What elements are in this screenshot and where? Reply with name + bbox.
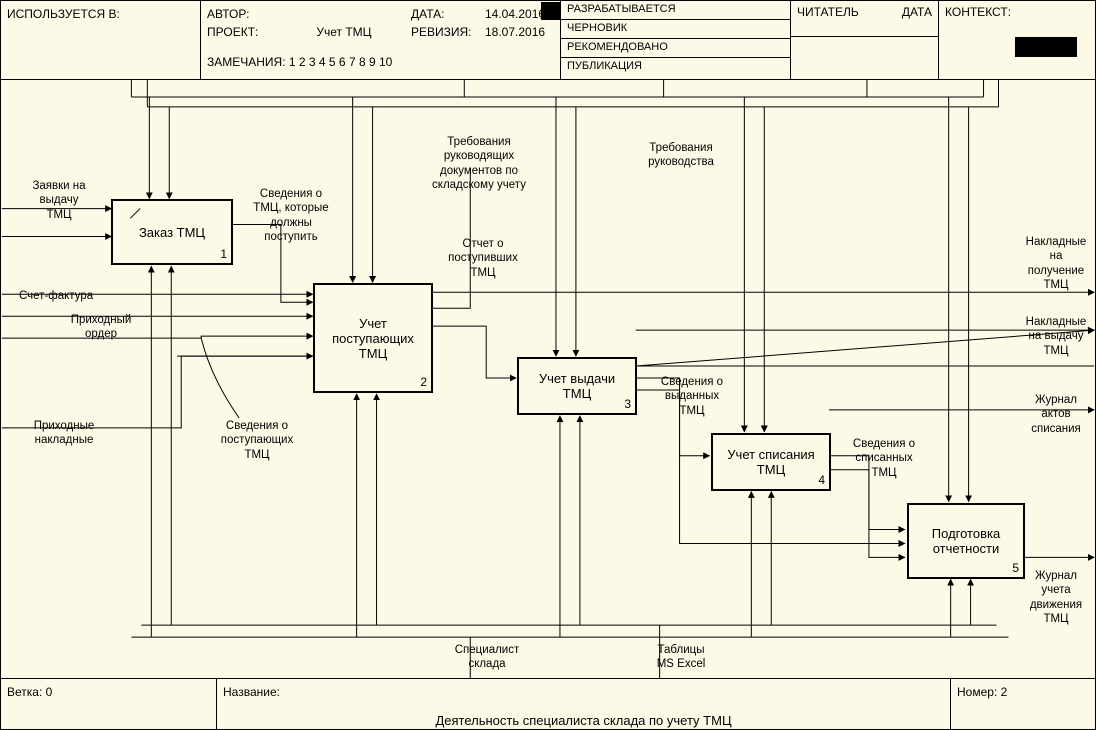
status-developing: РАЗРАБАТЫВАЕТСЯ — [561, 1, 790, 20]
revision-value: 18.07.2016 — [485, 25, 545, 39]
remarks-label: ЗАМЕЧАНИЯ: — [207, 55, 286, 69]
reader-label: ЧИТАТЕЛЬ — [797, 5, 859, 19]
box1-title: Заказ ТМЦ — [139, 225, 205, 240]
date-label: ДАТА: — [411, 7, 485, 21]
box5-title: Подготовка отчетности — [913, 526, 1019, 556]
label-sved-postup: Сведения опоступающихТМЦ — [207, 419, 307, 462]
number-value: 2 — [1001, 685, 1008, 699]
activity-box-3: Учет выдачи ТМЦ 3 — [517, 357, 637, 415]
label-naklad-pol: НакладныенаполучениеТМЦ — [1017, 235, 1095, 293]
label-specialist: Специалистсклада — [437, 643, 537, 672]
revision-label: РЕВИЗИЯ: — [411, 25, 485, 39]
hdr-used-in: ИСПОЛЬЗУЕТСЯ В: — [1, 1, 201, 79]
box3-num: 3 — [624, 397, 631, 411]
label-sved-spis: Сведения осписанныхТМЦ — [839, 437, 929, 480]
activity-box-5: Подготовка отчетности 5 — [907, 503, 1025, 579]
hdr-status: РАЗРАБАТЫВАЕТСЯ ЧЕРНОВИК РЕКОМЕНДОВАНО П… — [561, 1, 791, 79]
label-schet: Счет-фактура — [19, 289, 93, 303]
status-publication: ПУБЛИКАЦИЯ — [561, 58, 790, 77]
label-tablitsy: ТаблицыMS Excel — [631, 643, 731, 672]
reader-date-label: ДАТА — [902, 5, 932, 19]
status-draft: ЧЕРНОВИК — [561, 20, 790, 39]
header: ИСПОЛЬЗУЕТСЯ В: АВТОР: ПРОЕКТ: Учет ТМЦ … — [1, 1, 1095, 80]
label-zayavki: Заявки навыдачуТМЦ — [19, 179, 99, 222]
label-treb-ruk: Требованияруководства — [631, 141, 731, 170]
activity-box-4: Учет списания ТМЦ 4 — [711, 433, 831, 491]
box4-num: 4 — [818, 473, 825, 487]
status-recommended: РЕКОМЕНДОВАНО — [561, 39, 790, 58]
label-prihodnyy: Приходныйордер — [61, 313, 141, 342]
footer: Ветка: 0 Название: Деятельность специали… — [1, 678, 1095, 729]
branch-value: 0 — [46, 685, 53, 699]
project-label: ПРОЕКТ: — [207, 25, 295, 39]
label-treb-docs: Требованияруководящихдокументов поскладс… — [419, 135, 539, 193]
label-naklad-vyd: Накладныена выдачуТМЦ — [1017, 315, 1095, 358]
box2-title: Учет поступающих ТМЦ — [319, 316, 427, 361]
context-label: КОНТЕКСТ: — [945, 5, 1011, 19]
activity-box-1: Заказ ТМЦ 1 — [111, 199, 233, 265]
label-sved-vyd: Сведения овыданныхТМЦ — [647, 375, 737, 418]
project-value: Учет ТМЦ — [316, 25, 371, 39]
footer-branch: Ветка: 0 — [1, 679, 217, 729]
title-label: Название: — [223, 685, 280, 699]
hdr-reader: ЧИТАТЕЛЬ ДАТА — [791, 1, 939, 79]
label-sved-dolzhny: Сведения оТМЦ, которыедолжныпоступить — [241, 187, 341, 245]
remarks-value: 1 2 3 4 5 6 7 8 9 10 — [289, 55, 392, 69]
label-zhurnal-ucheta: ЖурналучетадвиженияТМЦ — [1017, 569, 1095, 627]
redacted-block-1 — [541, 2, 561, 20]
idef0-frame: ИСПОЛЬЗУЕТСЯ В: АВТОР: ПРОЕКТ: Учет ТМЦ … — [0, 0, 1096, 730]
hdr-dates: ДАТА:14.04.2016 РЕВИЗИЯ:18.07.2016 — [411, 7, 545, 43]
diagram-canvas: Заказ ТМЦ 1 Учет поступающих ТМЦ 2 Учет … — [1, 79, 1095, 679]
date-value: 14.04.2016 — [485, 7, 545, 21]
title-value: Деятельность специалиста склада по учету… — [223, 713, 944, 728]
box3-title: Учет выдачи ТМЦ — [523, 371, 631, 401]
box4-title: Учет списания ТМЦ — [717, 447, 825, 477]
label-zhurnal-aktov: Журналактовсписания — [1017, 393, 1095, 436]
hdr-used-in-label: ИСПОЛЬЗУЕТСЯ В: — [7, 7, 120, 21]
redacted-block-2 — [1015, 37, 1077, 57]
activity-box-2: Учет поступающих ТМЦ 2 — [313, 283, 433, 393]
box2-num: 2 — [420, 375, 427, 389]
branch-label: Ветка: — [7, 685, 42, 699]
box1-num: 1 — [220, 247, 227, 261]
author-label: АВТОР: — [207, 7, 295, 21]
label-otchet-post: Отчет опоступившихТМЦ — [433, 237, 533, 280]
footer-number: Номер: 2 — [951, 679, 1095, 729]
label-prih-naklad: Приходныенакладные — [19, 419, 109, 448]
number-label: Номер: — [957, 685, 997, 699]
footer-title: Название: Деятельность специалиста склад… — [217, 679, 951, 729]
